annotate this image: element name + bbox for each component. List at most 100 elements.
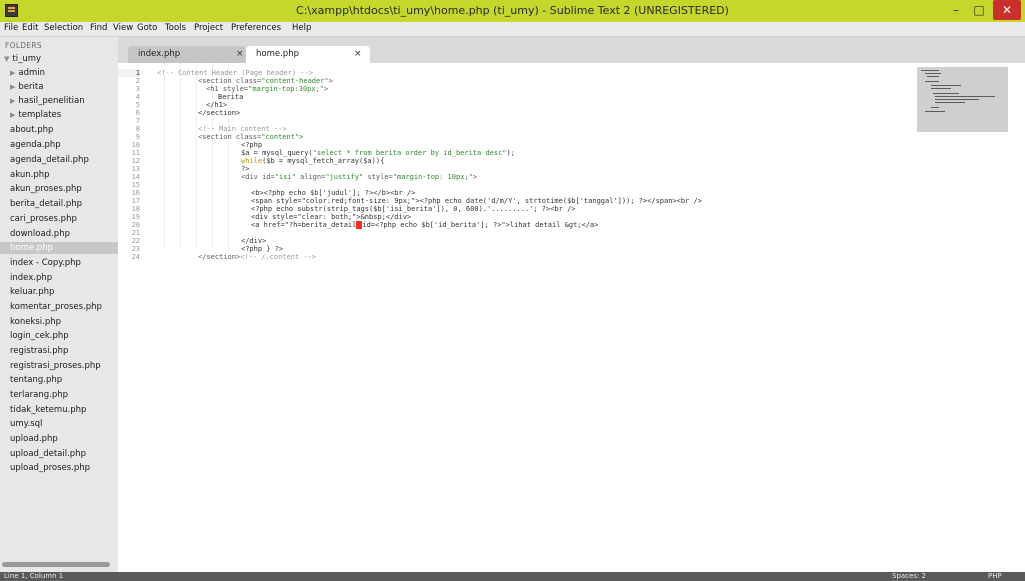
line-number: 9 <box>135 133 140 141</box>
sidebar-file[interactable]: cari_proses.php <box>10 213 77 225</box>
code-line-3: <h1 style="margin-top:30px;"> <box>206 85 329 93</box>
tab-close-icon[interactable]: × <box>354 49 362 59</box>
tab-close-icon[interactable]: × <box>236 49 244 59</box>
sidebar-folder-berita[interactable]: ▶ berita <box>10 81 43 93</box>
menu-selection[interactable]: Selection <box>44 23 83 33</box>
indent-guide <box>164 63 166 248</box>
menu-find[interactable]: Find <box>90 23 107 33</box>
code-editor[interactable]: 1 2 3 4 5 6 7 8 9 10 11 12 13 14 15 16 1… <box>118 63 1025 572</box>
sidebar-file-active[interactable]: home.php <box>0 242 118 254</box>
line-number: 3 <box>135 85 140 93</box>
minimize-button[interactable]: – <box>946 0 966 20</box>
menu-bar: File Edit Selection Find View Goto Tools… <box>0 22 1025 37</box>
maximize-button[interactable]: □ <box>969 0 989 20</box>
minimap-line <box>927 76 939 77</box>
code-line-16: <b><?php echo $b['judul']; ?></b><br /> <box>251 189 416 197</box>
tab-label: index.php <box>138 49 181 59</box>
code-line-13: ?> <box>241 165 250 173</box>
menu-goto[interactable]: Goto <box>137 23 157 33</box>
code-line-18: <?php echo substr(strip_tags($b['isi_ber… <box>251 205 576 213</box>
sidebar-file[interactable]: akun_proses.php <box>10 183 82 195</box>
close-button[interactable]: ✕ <box>993 0 1021 20</box>
sidebar-file[interactable]: download.php <box>10 228 70 240</box>
sidebar-file[interactable]: keluar.php <box>10 286 54 298</box>
window-title: C:\xampp\htdocs\ti_umy\home.php (ti_umy)… <box>296 4 729 17</box>
code-line-4: Berita <box>218 93 244 101</box>
collapsed-arrow-icon: ▶ <box>10 83 16 91</box>
minimap-line <box>931 107 939 108</box>
syntax-mode[interactable]: PHP <box>988 572 1002 581</box>
line-number: 11 <box>131 149 140 157</box>
sidebar-file[interactable]: terlarang.php <box>10 389 68 401</box>
line-number: 2 <box>135 77 140 85</box>
sidebar-file[interactable]: koneksi.php <box>10 316 61 328</box>
code-line-8: <!-- Main content --> <box>198 125 287 133</box>
line-number: 21 <box>131 229 140 237</box>
menu-preferences[interactable]: Preferences <box>231 23 281 33</box>
sidebar-file[interactable]: registrasi_proses.php <box>10 360 101 372</box>
sidebar-folder-templates[interactable]: ▶ templates <box>10 109 61 121</box>
minimap[interactable] <box>917 67 1008 132</box>
tab-index-php[interactable]: index.php × <box>128 46 246 63</box>
sidebar-file[interactable]: akun.php <box>10 169 50 181</box>
line-number: 8 <box>135 125 140 133</box>
menu-project[interactable]: Project <box>194 23 223 33</box>
status-bar: Line 1, Column 1 Spaces: 2 PHP <box>0 572 1025 581</box>
sidebar-folder-hasil-penelitian[interactable]: ▶ hasil_penelitian <box>10 95 85 107</box>
line-number: 18 <box>131 205 140 213</box>
line-number: 24 <box>131 253 140 261</box>
code-line-10: <?php <box>241 141 263 149</box>
sidebar-file[interactable]: index - Copy.php <box>10 257 81 269</box>
menu-file[interactable]: File <box>4 23 18 33</box>
menu-tools[interactable]: Tools <box>165 23 186 33</box>
sidebar-file[interactable]: about.php <box>10 124 53 136</box>
sidebar-file[interactable]: tentang.php <box>10 374 62 386</box>
sidebar-file[interactable]: index.php <box>10 272 52 284</box>
cursor-position: Line 1, Column 1 <box>4 572 64 580</box>
sidebar-file[interactable]: upload_detail.php <box>10 448 86 460</box>
line-number: 10 <box>131 141 140 149</box>
code-line-24: </section><!-- /.content --> <box>198 253 317 261</box>
line-number: 5 <box>135 101 140 109</box>
sidebar-file[interactable]: berita_detail.php <box>10 198 82 210</box>
sidebar-file[interactable]: login_cek.php <box>10 330 69 342</box>
menu-view[interactable]: View <box>113 23 133 33</box>
collapsed-arrow-icon: ▶ <box>10 69 16 77</box>
code-line-22: </div> <box>241 237 267 245</box>
sidebar-folder-admin[interactable]: ▶ admin <box>10 67 45 79</box>
menu-help[interactable]: Help <box>292 23 311 33</box>
line-number: 14 <box>131 173 140 181</box>
code-area[interactable]: <!-- Content Header (Page header) --> <s… <box>155 63 915 572</box>
sidebar-root-folder[interactable]: ▼ ti_umy <box>4 53 41 65</box>
line-number: 20 <box>131 221 140 229</box>
sidebar-file[interactable]: umy.sql <box>10 418 42 430</box>
sidebar-file[interactable]: upload_proses.php <box>10 462 90 474</box>
sidebar-file[interactable]: upload.php <box>10 433 58 445</box>
sidebar-file[interactable]: tidak_ketemu.php <box>10 404 86 416</box>
sidebar-file[interactable]: agenda_detail.php <box>10 154 89 166</box>
sidebar-file[interactable]: komentar_proses.php <box>10 301 102 313</box>
code-line-17: <span style="color:red;font-size: 9px;">… <box>251 197 702 205</box>
code-line-14: <div id="isi" align="justify" style="mar… <box>241 173 478 181</box>
code-line-5: </h1> <box>206 101 228 109</box>
sidebar-file[interactable]: agenda.php <box>10 139 61 151</box>
minimap-line <box>935 96 995 97</box>
menu-edit[interactable]: Edit <box>22 23 38 33</box>
indent-guide <box>196 63 198 248</box>
line-number: 22 <box>131 237 140 245</box>
line-number-gutter: 1 2 3 4 5 6 7 8 9 10 11 12 13 14 15 16 1… <box>118 63 155 572</box>
sidebar-file[interactable]: registrasi.php <box>10 345 68 357</box>
indent-guide <box>180 63 182 248</box>
line-number: 15 <box>131 181 140 189</box>
indentation-setting[interactable]: Spaces: 2 <box>892 572 926 581</box>
title-bar: C:\xampp\htdocs\ti_umy\home.php (ti_umy)… <box>0 0 1025 22</box>
tab-label: home.php <box>256 49 299 59</box>
tab-home-php[interactable]: home.php × <box>246 46 370 63</box>
code-line-11: $a = mysql_query("select * from berita o… <box>241 149 515 157</box>
minimap-line <box>925 111 945 112</box>
sidebar-scrollbar[interactable] <box>2 562 110 567</box>
line-number: 17 <box>131 197 140 205</box>
code-line-9: <section class="content"> <box>198 133 304 141</box>
expanded-arrow-icon: ▼ <box>4 55 10 63</box>
minimap-line <box>925 81 939 82</box>
